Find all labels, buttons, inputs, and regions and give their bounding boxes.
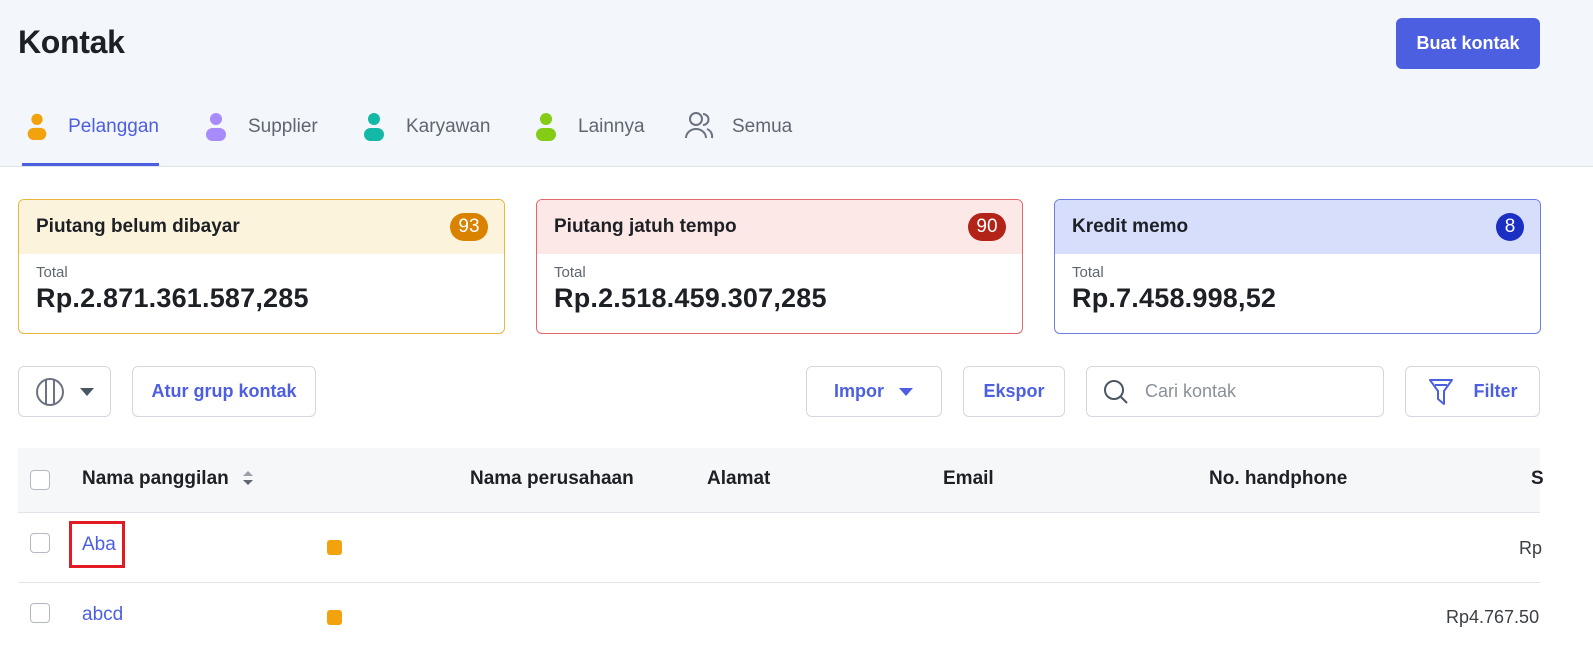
table-row[interactable]: Aba Rp: [18, 513, 1543, 583]
person-icon: [364, 113, 384, 141]
button-label: Atur grup kontak: [151, 381, 297, 401]
column-header-nama-perusahaan: Nama perusahaan: [470, 468, 634, 489]
tab-pelanggan[interactable]: Pelanggan: [22, 108, 159, 166]
column-header-nama-panggilan[interactable]: Nama panggilan: [82, 468, 254, 490]
sort-icon: [243, 471, 254, 485]
columns-icon: [35, 377, 64, 406]
tab-label: Supplier: [248, 116, 318, 137]
tab-label: Semua: [732, 116, 793, 137]
card-title: Piutang belum dibayar: [36, 216, 240, 237]
count-badge: 90: [968, 213, 1006, 241]
tab-label: Karyawan: [406, 116, 491, 137]
card-title: Kredit memo: [1072, 216, 1189, 237]
column-settings-button[interactable]: [18, 366, 111, 417]
total-value: Rp.2.871.361.587,285: [36, 283, 309, 313]
person-icon: [27, 113, 47, 140]
total-label: Total: [554, 264, 586, 281]
button-label: Impor: [833, 381, 884, 401]
highlight-box: [69, 521, 125, 568]
tab-label: Pelanggan: [68, 116, 159, 137]
chevron-down-icon: [79, 387, 94, 396]
page-title: Kontak: [18, 24, 125, 60]
funnel-icon: [1429, 378, 1454, 405]
total-value: Rp.7.458.998,52: [1072, 283, 1277, 313]
amount-value: Rp: [1519, 538, 1543, 558]
person-icon: [206, 113, 226, 141]
manage-contact-group-button[interactable]: Atur grup kontak: [132, 366, 316, 417]
chevron-down-icon: [899, 387, 913, 396]
count-badge: 93: [450, 213, 488, 241]
row-checkbox[interactable]: [30, 533, 50, 553]
people-outline-icon: [685, 112, 714, 139]
column-header-no-handphone: No. handphone: [1209, 468, 1348, 489]
filter-button[interactable]: Filter: [1405, 366, 1540, 417]
export-button[interactable]: Ekspor: [963, 366, 1065, 417]
amount-value: Rp4.767.50: [1446, 607, 1540, 627]
card-piutang-jatuh-tempo[interactable]: Piutang jatuh tempo 90 Total Rp.2.518.45…: [536, 199, 1023, 334]
column-header-truncated: S: [1531, 468, 1544, 489]
import-button[interactable]: Impor: [806, 366, 942, 417]
column-header-email: Email: [943, 468, 994, 489]
button-label: Ekspor: [983, 381, 1045, 401]
count-badge: 8: [1496, 213, 1524, 241]
card-title: Piutang jatuh tempo: [554, 216, 737, 237]
contact-name-link[interactable]: abcd: [82, 604, 123, 626]
tab-supplier[interactable]: Supplier: [200, 108, 318, 166]
search-input[interactable]: [1145, 381, 1365, 402]
create-contact-button[interactable]: Buat kontak: [1396, 18, 1540, 69]
person-icon: [536, 113, 556, 141]
select-all-checkbox[interactable]: [30, 470, 50, 490]
table-row[interactable]: abcd Rp4.767.50: [18, 583, 1540, 648]
total-label: Total: [1072, 264, 1104, 281]
tab-karyawan[interactable]: Karyawan: [358, 108, 491, 166]
card-kredit-memo[interactable]: Kredit memo 8 Total Rp.7.458.998,52: [1054, 199, 1541, 334]
total-value: Rp.2.518.459.307,285: [554, 283, 827, 313]
total-label: Total: [36, 264, 68, 281]
tab-label: Lainnya: [578, 116, 645, 137]
page-header: Kontak Buat kontak Pelanggan Supplier Ka…: [0, 0, 1593, 167]
contact-tag: [327, 610, 342, 625]
table-header: Nama panggilan Nama perusahaan Alamat Em…: [18, 448, 1544, 513]
row-checkbox[interactable]: [30, 603, 50, 623]
button-label: Filter: [1473, 381, 1518, 401]
search-icon: [1104, 379, 1128, 404]
contact-tag: [327, 540, 342, 555]
search-box[interactable]: [1086, 366, 1384, 417]
tab-semua[interactable]: Semua: [684, 108, 792, 166]
tab-lainnya[interactable]: Lainnya: [530, 108, 645, 166]
card-piutang-belum-dibayar[interactable]: Piutang belum dibayar 93 Total Rp.2.871.…: [18, 199, 505, 334]
column-label: Nama panggilan: [82, 468, 229, 489]
column-header-alamat: Alamat: [707, 468, 771, 489]
